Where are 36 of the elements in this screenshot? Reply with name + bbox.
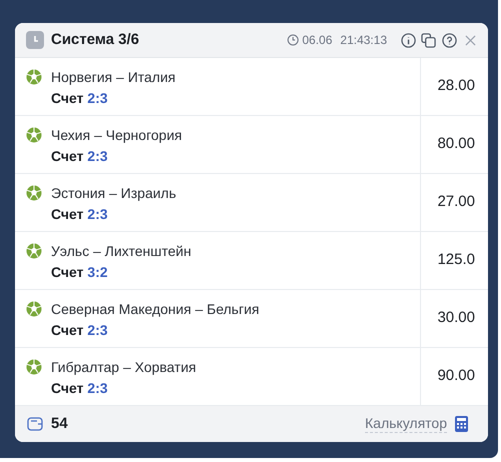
info-icon[interactable] [401,32,416,48]
help-icon[interactable] [442,32,457,48]
score-text: Счет 2:3 [51,90,109,106]
header-title: Система 3/6 [51,30,140,50]
bet-date: 06.06 [302,32,332,49]
match-name: Северная Македония – Бельгия [51,301,260,317]
odds-value: 80.00 [437,134,475,154]
match-name: Норвегия – Италия [51,69,176,85]
odds-value: 125.0 [437,250,475,270]
odds-value: 28.00 [437,76,475,96]
score-text: Счет 2:3 [51,322,109,338]
calculator-icon[interactable] [455,416,468,432]
football-icon [26,185,42,201]
stake-amount: 54 [51,414,68,434]
football-icon [26,243,42,259]
odds-value: 90.00 [437,366,475,386]
clock-icon [287,34,300,46]
match-name: Чехия – Черногория [51,127,182,143]
copy-icon[interactable] [421,32,436,48]
football-icon [26,127,42,143]
bet-time: 21:43:13 [340,32,387,49]
football-icon [26,301,42,317]
football-icon [26,69,42,85]
football-icon [26,359,42,375]
odds-value: 30.00 [437,308,475,328]
match-name: Гибралтар – Хорватия [51,359,196,375]
score-text: Счет 2:3 [51,380,109,396]
match-name: Уэльс – Лихтенштейн [51,243,192,259]
score-text: Счет 3:2 [51,264,109,280]
score-text: Счет 2:3 [51,148,109,164]
odds-value: 27.00 [437,192,475,212]
calculator-link[interactable]: Калькулятор [365,415,447,433]
score-text: Счет 2:3 [51,206,109,222]
clock-icon [26,31,44,49]
match-name: Эстония – Израиль [51,185,176,201]
wallet-icon [27,416,43,432]
